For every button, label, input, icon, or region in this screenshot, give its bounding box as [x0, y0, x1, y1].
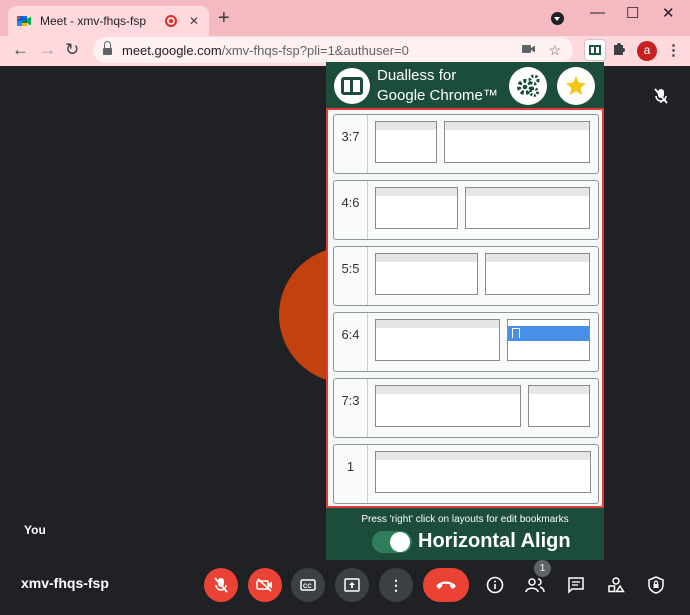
- mic-off-icon: [214, 577, 228, 593]
- toggle-label: Horizontal Align: [418, 530, 571, 552]
- url-text[interactable]: meet.google.com/xmv-fhqs-fsp?pli=1&authu…: [122, 43, 522, 58]
- layout-list: 3:7 4:6 5:5 6:4 7:3 1: [326, 108, 604, 508]
- mic-toggle-button[interactable]: [204, 568, 238, 602]
- close-window-button[interactable]: ✕: [662, 4, 675, 22]
- layout-ratio-label: 1: [334, 445, 368, 503]
- meeting-details-icon[interactable]: [483, 573, 507, 597]
- google-meet-icon: [16, 13, 32, 29]
- layout-ratio-label: 6:4: [334, 313, 368, 371]
- dualless-extension-icon[interactable]: [584, 39, 606, 61]
- minimize-button[interactable]: —: [590, 4, 605, 21]
- recording-icon: [165, 15, 177, 27]
- mic-off-indicator-icon: [654, 88, 668, 109]
- leave-call-button[interactable]: [423, 568, 469, 602]
- dualless-popup: Dualless for Google Chrome™ 3:7 4:6 5:5 …: [326, 62, 604, 560]
- layout-ratio-label: 5:5: [334, 247, 368, 305]
- extensions-icon[interactable]: [611, 41, 627, 61]
- layout-option-1[interactable]: 1: [333, 444, 599, 504]
- profile-avatar[interactable]: a: [637, 41, 657, 61]
- activities-icon[interactable]: [604, 573, 628, 597]
- self-name-label: You: [24, 523, 46, 537]
- layout-option-7-3[interactable]: 7:3: [333, 378, 599, 438]
- lock-icon[interactable]: [103, 41, 112, 55]
- bookmark-icon: [512, 328, 520, 338]
- forward-button[interactable]: →: [39, 39, 56, 61]
- pane-left: [375, 253, 478, 295]
- camera-off-icon: [256, 578, 272, 592]
- pane-full: [375, 451, 591, 493]
- new-tab-button[interactable]: +: [218, 8, 230, 28]
- settings-button[interactable]: [509, 67, 547, 105]
- back-button[interactable]: ←: [12, 39, 29, 61]
- hint-text: Press 'right' click on layouts for edit …: [361, 514, 569, 525]
- tab-strip: Meet - xmv-fhqs-fsp ✕ + — ☐ ✕: [0, 0, 690, 36]
- pane-right: [465, 187, 590, 229]
- dualless-logo-icon: [334, 68, 370, 104]
- pane-left: [375, 385, 521, 427]
- pane-right: [528, 385, 590, 427]
- pane-left: [375, 121, 437, 163]
- captions-button[interactable]: CC: [291, 568, 325, 602]
- present-icon: [344, 578, 360, 592]
- tab-meet[interactable]: Meet - xmv-fhqs-fsp ✕: [8, 6, 209, 36]
- toggle-switch[interactable]: [372, 530, 412, 553]
- svg-text:CC: CC: [303, 584, 312, 590]
- bookmark-highlight: [508, 326, 589, 341]
- captions-icon: CC: [300, 579, 316, 591]
- app-title-line1: Dualless for: [377, 67, 457, 84]
- layout-ratio-label: 4:6: [334, 181, 368, 239]
- layout-option-5-5[interactable]: 5:5: [333, 246, 599, 306]
- app-title: Dualless for Google Chrome™: [377, 66, 498, 106]
- layout-option-6-4[interactable]: 6:4: [333, 312, 599, 372]
- app-title-line2: Google Chrome™: [377, 87, 498, 104]
- tab-title: Meet - xmv-fhqs-fsp: [40, 14, 147, 28]
- meeting-code: xmv-fhqs-fsp: [21, 575, 109, 591]
- host-controls-icon[interactable]: [644, 573, 668, 597]
- bookmark-star-icon[interactable]: ☆: [548, 42, 561, 59]
- participants-count-badge: 1: [534, 560, 551, 577]
- chat-icon[interactable]: [564, 573, 588, 597]
- present-button[interactable]: [335, 568, 369, 602]
- hang-up-icon: [436, 581, 456, 589]
- favorite-button[interactable]: [557, 67, 595, 105]
- pane-right-bookmarked: [507, 319, 590, 361]
- tab-close-button[interactable]: ✕: [187, 14, 201, 28]
- layout-option-4-6[interactable]: 4:6: [333, 180, 599, 240]
- maximize-button[interactable]: ☐: [626, 4, 639, 22]
- camera-toggle-button[interactable]: [248, 568, 282, 602]
- pane-left: [375, 187, 458, 229]
- more-options-button[interactable]: ⋮: [379, 568, 413, 602]
- more-vert-icon: ⋮: [389, 576, 403, 593]
- url-path: /xmv-fhqs-fsp?pli=1&authuser=0: [221, 42, 409, 58]
- pane-left: [375, 319, 500, 361]
- layout-ratio-label: 7:3: [334, 379, 368, 437]
- horizontal-align-toggle[interactable]: Horizontal Align: [372, 530, 571, 553]
- address-bar[interactable]: meet.google.com/xmv-fhqs-fsp?pli=1&authu…: [93, 37, 573, 63]
- layout-ratio-label: 3:7: [334, 115, 368, 173]
- popup-header: Dualless for Google Chrome™: [326, 62, 604, 108]
- gears-icon: [517, 74, 540, 97]
- pane-right: [444, 121, 590, 163]
- reload-button[interactable]: ↻: [65, 39, 79, 61]
- url-host: meet.google.com: [122, 42, 222, 58]
- tab-search-button[interactable]: [551, 12, 564, 25]
- layout-option-3-7[interactable]: 3:7: [333, 114, 599, 174]
- camera-icon[interactable]: [522, 42, 536, 58]
- star-icon: [566, 76, 586, 95]
- browser-menu-icon[interactable]: ⋮: [666, 41, 681, 59]
- pane-right: [485, 253, 590, 295]
